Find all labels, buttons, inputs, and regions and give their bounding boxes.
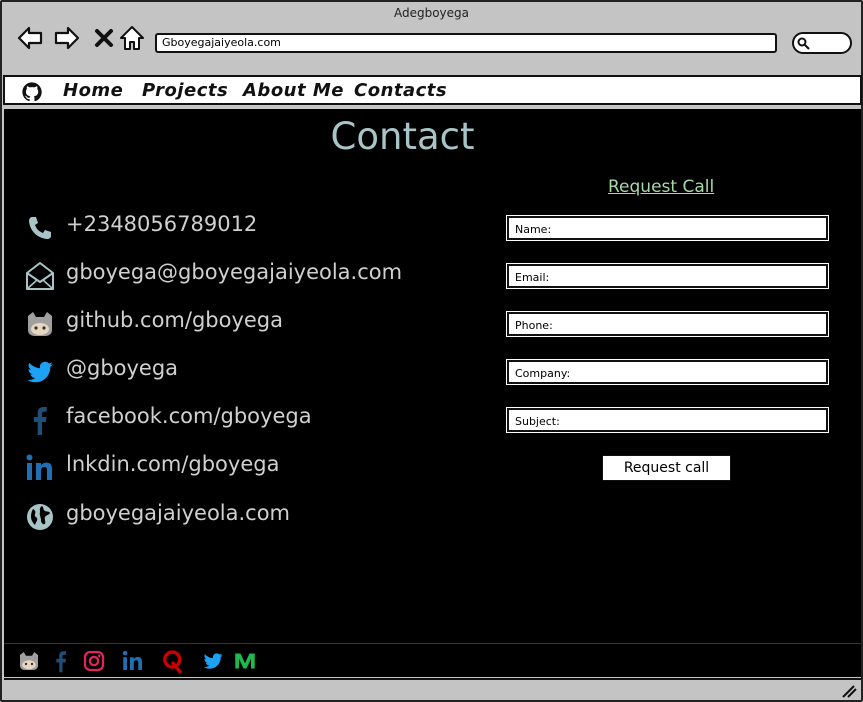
contact-email-text[interactable]: gboyega@gboyegajaiyeola.com [66, 260, 402, 284]
window-title: Adegboyega [393, 6, 470, 20]
company-input[interactable] [509, 363, 826, 384]
phone-field[interactable] [507, 312, 828, 336]
status-bar [4, 678, 861, 700]
linkedin-icon [26, 454, 52, 480]
globe-icon [27, 504, 53, 530]
name-input[interactable] [509, 219, 826, 240]
github-icon [28, 312, 52, 336]
search-box[interactable] [792, 32, 852, 54]
facebook-icon[interactable] [49, 649, 73, 673]
email-field[interactable] [507, 264, 828, 288]
linkedin-icon[interactable] [121, 649, 145, 673]
url-bar[interactable]: Gboyegajaiyeola.com [155, 33, 777, 53]
phone-input[interactable] [509, 315, 826, 336]
main-content: Contact +2348056789012 gboyega@gboyegaja… [4, 109, 861, 643]
menu-item-projects[interactable]: Projects [142, 80, 228, 101]
quora-icon[interactable] [161, 649, 185, 673]
twitter-icon[interactable] [201, 649, 225, 673]
email-input[interactable] [509, 267, 826, 288]
subject-field[interactable] [507, 408, 828, 432]
facebook-icon [33, 407, 47, 435]
subject-input[interactable] [509, 411, 826, 432]
footer-social-bar [4, 643, 861, 677]
name-field[interactable] [507, 216, 828, 240]
page-title: Contact [330, 115, 475, 158]
forward-arrow-icon[interactable] [53, 24, 81, 52]
browser-window: Adegboyega Gboyegajaiyeola.com Home Proj… [0, 0, 863, 702]
contact-facebook-text[interactable]: facebook.com/gboyega [66, 404, 312, 428]
instagram-icon[interactable] [82, 649, 106, 673]
menu-item-contacts[interactable]: Contacts [354, 80, 447, 101]
phone-icon [29, 217, 51, 239]
twitter-icon [27, 361, 53, 383]
request-call-heading[interactable]: Request Call [608, 177, 714, 197]
contact-website-text[interactable]: gboyegajaiyeola.com [66, 501, 290, 525]
email-icon [26, 262, 54, 290]
github-icon[interactable] [17, 649, 41, 673]
company-field[interactable] [507, 360, 828, 384]
menu-item-home[interactable]: Home [63, 80, 123, 101]
search-icon [797, 37, 810, 50]
contact-twitter-text[interactable]: @gboyega [66, 356, 178, 380]
contact-github-text[interactable]: github.com/gboyega [66, 308, 283, 332]
github-icon[interactable] [21, 81, 43, 103]
request-call-button[interactable]: Request call [602, 455, 731, 481]
medium-icon[interactable] [233, 649, 257, 673]
contact-linkedin-text[interactable]: lnkdin.com/gboyega [66, 452, 279, 476]
nav-menu: Home Projects About Me Contacts [3, 75, 862, 105]
back-arrow-icon[interactable] [16, 24, 44, 52]
contact-phone-text: +2348056789012 [66, 212, 258, 236]
close-icon[interactable] [90, 24, 118, 52]
menu-item-about-me[interactable]: About Me [243, 80, 344, 101]
home-icon[interactable] [118, 24, 146, 52]
resize-grip-icon[interactable] [841, 684, 857, 698]
